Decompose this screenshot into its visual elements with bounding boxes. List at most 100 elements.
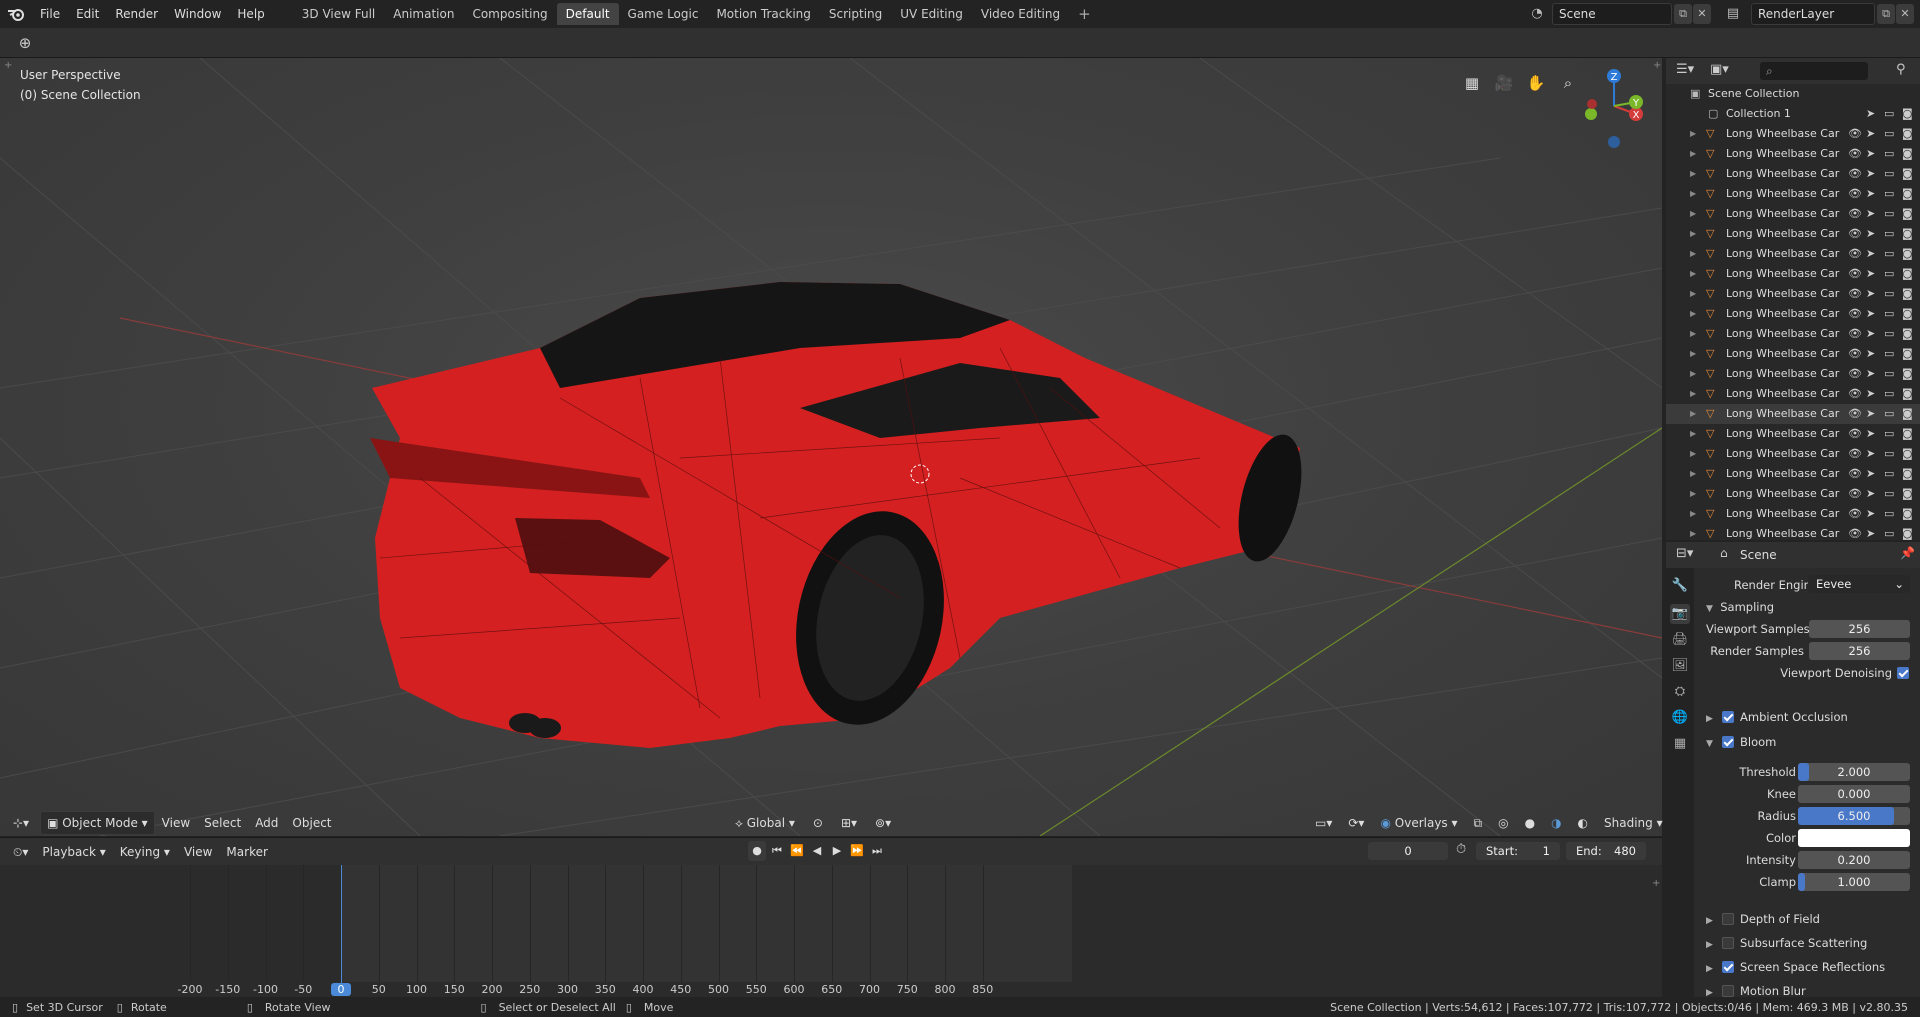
eye-icon[interactable]: 👁: [1848, 424, 1862, 444]
expand-arrow-icon[interactable]: ▶: [1690, 204, 1696, 224]
selectable-icon[interactable]: ➤: [1866, 364, 1875, 384]
expand-arrow-icon[interactable]: ▶: [1690, 224, 1696, 244]
timeline-editor[interactable]: ⏲▾ Playback ▾ Keying ▾ View Marker ● ⏮ ⏪…: [0, 837, 1662, 997]
intensity-slider[interactable]: 0.200: [1798, 851, 1910, 869]
viewport-visibility-icon[interactable]: ▭: [1884, 204, 1894, 224]
viewport-denoising-checkbox[interactable]: [1897, 667, 1909, 679]
eye-icon[interactable]: 👁: [1848, 524, 1862, 540]
viewport-corner-plus-right-icon[interactable]: +: [1653, 60, 1661, 71]
view-menu[interactable]: View: [155, 812, 197, 834]
eye-icon[interactable]: 👁: [1848, 344, 1862, 364]
add-workspace-icon[interactable]: +: [1069, 3, 1100, 25]
eye-icon[interactable]: 👁: [1848, 464, 1862, 484]
render-visibility-icon[interactable]: ◙: [1902, 524, 1913, 540]
output-tab-icon[interactable]: 🖨: [1670, 630, 1690, 650]
expand-arrow-icon[interactable]: ▶: [1690, 484, 1696, 504]
viewport-visibility-icon[interactable]: ▭: [1884, 444, 1894, 464]
menu-help[interactable]: Help: [229, 0, 272, 28]
render-visibility-icon[interactable]: ◙: [1902, 164, 1913, 184]
render-visibility-icon[interactable]: ◙: [1902, 204, 1913, 224]
eye-icon[interactable]: 👁: [1848, 284, 1862, 304]
viewport-visibility-icon[interactable]: ▭: [1884, 184, 1894, 204]
filter-icon[interactable]: ⚲: [1896, 62, 1906, 77]
render-visibility-icon[interactable]: ◙: [1902, 304, 1913, 324]
expand-arrow-icon[interactable]: ▶: [1690, 244, 1696, 264]
workspace-tab-uv-editing[interactable]: UV Editing: [891, 3, 972, 25]
expand-arrow-icon[interactable]: ▶: [1690, 284, 1696, 304]
render-tab-icon[interactable]: 📷: [1670, 604, 1690, 624]
selectable-icon[interactable]: ➤: [1866, 184, 1875, 204]
outliner-object-row[interactable]: ▶ ▽ Long Wheelbase Car 👁 ➤ ▭ ◙: [1666, 244, 1920, 264]
render-visibility-icon[interactable]: ◙: [1902, 244, 1913, 264]
xray-icon[interactable]: ⧉: [1467, 812, 1490, 834]
outliner-object-row[interactable]: ▶ ▽ Long Wheelbase Car 👁 ➤ ▭ ◙: [1666, 264, 1920, 284]
viewport-visibility-icon[interactable]: ▭: [1884, 344, 1894, 364]
selectable-icon[interactable]: ➤: [1866, 484, 1875, 504]
view-layer-selector[interactable]: RenderLayer: [1751, 3, 1875, 25]
workspace-tab-motion-tracking[interactable]: Motion Tracking: [707, 3, 819, 25]
outliner-scene-collection[interactable]: ▣ Scene Collection: [1666, 84, 1920, 104]
render-visibility-icon[interactable]: ◙: [1902, 184, 1913, 204]
selectable-icon[interactable]: ➤: [1866, 124, 1875, 144]
view-object-types-icon[interactable]: ▭▾: [1308, 812, 1339, 834]
render-visibility-icon[interactable]: ◙: [1902, 384, 1913, 404]
delete-scene-icon[interactable]: ✕: [1693, 4, 1711, 24]
bloom-checkbox[interactable]: [1722, 736, 1734, 748]
properties-editor[interactable]: ⊟▾ ⌂ Scene 📌 🔧 📷 🖨 🖼 ⛭ 🌐 ▦ Render Engine…: [1666, 542, 1920, 998]
subsurface-checkbox[interactable]: [1722, 937, 1734, 949]
render-visibility-icon[interactable]: ◙: [1902, 284, 1913, 304]
render-visibility-icon[interactable]: ◙: [1902, 124, 1913, 144]
render-visibility-icon[interactable]: ◙: [1902, 264, 1913, 284]
render-visibility-icon[interactable]: ◙: [1902, 104, 1913, 124]
eye-icon[interactable]: 👁: [1848, 304, 1862, 324]
menu-window[interactable]: Window: [166, 0, 229, 28]
outliner-object-row[interactable]: ▶ ▽ Long Wheelbase Car 👁 ➤ ▭ ◙: [1666, 164, 1920, 184]
outliner-object-row[interactable]: ▶ ▽ Long Wheelbase Car 👁 ➤ ▭ ◙: [1666, 344, 1920, 364]
expand-arrow-icon[interactable]: ▶: [1690, 184, 1696, 204]
viewport-visibility-icon[interactable]: ▭: [1884, 404, 1894, 424]
eye-icon[interactable]: 👁: [1848, 404, 1862, 424]
selectable-icon[interactable]: ➤: [1866, 524, 1875, 540]
outliner-object-row[interactable]: ▶ ▽ Long Wheelbase Car 👁 ➤ ▭ ◙: [1666, 484, 1920, 504]
selectable-icon[interactable]: ➤: [1866, 344, 1875, 364]
ambient-occlusion-panel-header[interactable]: ▶: [1706, 710, 1713, 724]
expand-arrow-icon[interactable]: ▶: [1690, 324, 1696, 344]
selectable-icon[interactable]: ➤: [1866, 284, 1875, 304]
viewport-visibility-icon[interactable]: ▭: [1884, 144, 1894, 164]
menu-render[interactable]: Render: [107, 0, 166, 28]
expand-arrow-icon[interactable]: ▶: [1690, 524, 1696, 540]
pin-icon[interactable]: 📌: [1900, 546, 1915, 560]
wireframe-shading-icon[interactable]: ◎: [1491, 812, 1515, 834]
ssr-checkbox[interactable]: [1722, 961, 1734, 973]
outliner-object-row[interactable]: ▶ ▽ Long Wheelbase Car 👁 ➤ ▭ ◙: [1666, 224, 1920, 244]
viewport-visibility-icon[interactable]: ▭: [1884, 484, 1894, 504]
eye-icon[interactable]: 👁: [1848, 484, 1862, 504]
render-samples-field[interactable]: 256: [1809, 642, 1910, 660]
ssr-panel-header[interactable]: ▶: [1706, 960, 1713, 974]
viewport-visibility-icon[interactable]: ▭: [1884, 524, 1894, 540]
clamp-slider[interactable]: 1.000: [1798, 873, 1910, 891]
outliner-object-row[interactable]: ▶ ▽ Long Wheelbase Car 👁 ➤ ▭ ◙: [1666, 424, 1920, 444]
render-visibility-icon[interactable]: ◙: [1902, 144, 1913, 164]
rendered-shading-icon[interactable]: ◐: [1571, 812, 1595, 834]
viewport-visibility-icon[interactable]: ▭: [1884, 224, 1894, 244]
3d-viewport[interactable]: User Perspective (0) Scene Collection + …: [0, 58, 1662, 836]
outliner-object-row[interactable]: ▶ ▽ Long Wheelbase Car 👁 ➤ ▭ ◙: [1666, 324, 1920, 344]
overlays-dropdown[interactable]: ◉ Overlays ▾: [1373, 812, 1464, 834]
render-visibility-icon[interactable]: ◙: [1902, 324, 1913, 344]
outliner-object-row[interactable]: ▶ ▽ Long Wheelbase Car 👁 ➤ ▭ ◙: [1666, 144, 1920, 164]
viewport-visibility-icon[interactable]: ▭: [1884, 244, 1894, 264]
render-visibility-icon[interactable]: ◙: [1902, 444, 1913, 464]
viewport-visibility-icon[interactable]: ▭: [1884, 384, 1894, 404]
blender-logo-icon[interactable]: [0, 0, 32, 28]
expand-arrow-icon[interactable]: ▶: [1690, 384, 1696, 404]
motion-blur-panel-header[interactable]: ▶: [1706, 984, 1713, 998]
orientation-dropdown[interactable]: ⟡ Global ▾: [728, 812, 802, 834]
render-visibility-icon[interactable]: ◙: [1902, 484, 1913, 504]
outliner-search-input[interactable]: ⌕: [1760, 62, 1868, 80]
view-layer-icon[interactable]: ▤: [1722, 3, 1744, 25]
workspace-tab-scripting[interactable]: Scripting: [820, 3, 891, 25]
selectable-icon[interactable]: ➤: [1866, 424, 1875, 444]
texture-tab-icon[interactable]: ▦: [1670, 734, 1690, 754]
camera-view-icon[interactable]: 🎥: [1491, 70, 1517, 96]
